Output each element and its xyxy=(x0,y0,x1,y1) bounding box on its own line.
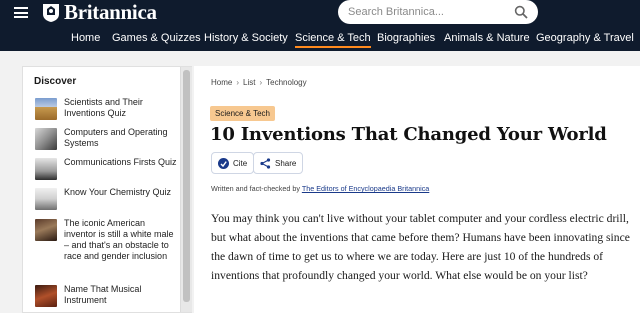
quote-icon xyxy=(218,157,229,169)
sidebar-item-inventor-article[interactable]: The iconic American inventor is still a … xyxy=(35,218,177,262)
share-icon xyxy=(260,157,271,169)
discover-panel: Discover Scientists and Their Inventions… xyxy=(23,67,180,312)
sidebar-item-chemistry-quiz[interactable]: Know Your Chemistry Quiz xyxy=(35,187,177,210)
breadcrumb-technology[interactable]: Technology xyxy=(266,78,306,87)
search-icon[interactable] xyxy=(514,5,528,19)
category-badge[interactable]: Science & Tech xyxy=(210,106,275,121)
breadcrumb-list[interactable]: List xyxy=(243,78,255,87)
share-button[interactable]: Share xyxy=(253,152,304,174)
nav-animals-nature[interactable]: Animals & Nature xyxy=(444,32,530,44)
sidebar-item-computers[interactable]: Computers and Operating Systems xyxy=(35,127,177,150)
sidebar-item-label: Know Your Chemistry Quiz xyxy=(64,187,172,197)
breadcrumb-separator: › xyxy=(259,78,263,87)
article-intro-paragraph: You may think you can't live without you… xyxy=(211,212,630,282)
sidebar-item-communications[interactable]: Communications Firsts Quiz xyxy=(35,157,177,180)
thistle-logo-icon xyxy=(43,4,59,22)
inventor-portrait-thumb xyxy=(35,219,57,241)
breadcrumb-home[interactable]: Home xyxy=(211,78,232,87)
byline: Written and fact-checked by The Editors … xyxy=(211,184,429,193)
computer-thumb xyxy=(35,128,57,150)
clock-tower-thumb xyxy=(35,98,57,120)
site-header: Britannica Search Britannica... Home Gam… xyxy=(0,0,640,51)
chemistry-flask-thumb xyxy=(35,188,57,210)
instrument-thumb xyxy=(35,285,57,307)
article-main: Home › List › Technology Science & Tech 10 I… xyxy=(194,66,640,313)
nav-history-society[interactable]: History & Society xyxy=(204,32,288,44)
article-title: 10 Inventions That Changed Your World xyxy=(210,124,607,145)
byline-prefix: Written and fact-checked by xyxy=(211,184,300,193)
breadcrumb-separator: › xyxy=(236,78,240,87)
sidebar-item-label: The iconic American inventor is still a … xyxy=(64,218,174,261)
sidebar-item-label: Computers and Operating Systems xyxy=(64,127,168,148)
nav-science-tech[interactable]: Science & Tech xyxy=(295,32,371,48)
share-label: Share xyxy=(275,158,297,168)
main-nav: Home Games & Quizzes History & Society S… xyxy=(0,30,640,51)
sidebar-item-label: Scientists and Their Inventions Quiz xyxy=(64,97,143,118)
nav-biographies[interactable]: Biographies xyxy=(377,32,435,44)
cite-button[interactable]: Cite xyxy=(211,152,255,174)
hamburger-menu-icon[interactable] xyxy=(14,7,28,18)
sidebar-item-scientists-quiz[interactable]: Scientists and Their Inventions Quiz xyxy=(35,97,177,120)
sidebar-item-musical-instrument[interactable]: Name That Musical Instrument xyxy=(35,284,177,307)
nav-home[interactable]: Home xyxy=(71,32,100,44)
sidebar-scroll-thumb[interactable] xyxy=(183,70,190,302)
cite-label: Cite xyxy=(233,158,248,168)
sidebar-item-label: Communications Firsts Quiz xyxy=(64,157,177,167)
nav-games-quizzes[interactable]: Games & Quizzes xyxy=(112,32,201,44)
telephone-thumb xyxy=(35,158,57,180)
breadcrumb: Home › List › Technology xyxy=(211,78,307,87)
britannica-logo[interactable]: Britannica xyxy=(42,0,157,24)
search-bar[interactable]: Search Britannica... xyxy=(338,0,538,24)
byline-author-link[interactable]: The Editors of Encyclopaedia Britannica xyxy=(302,184,429,193)
discover-heading: Discover xyxy=(34,76,77,87)
logo-wordmark: Britannica xyxy=(64,0,157,24)
nav-geography-travel[interactable]: Geography & Travel xyxy=(536,32,634,44)
search-input[interactable]: Search Britannica... xyxy=(348,6,514,18)
sidebar-item-label: Name That Musical Instrument xyxy=(64,284,142,305)
discover-sidebar: Discover Scientists and Their Inventions… xyxy=(22,66,192,313)
sidebar-scrollbar[interactable] xyxy=(180,67,192,312)
